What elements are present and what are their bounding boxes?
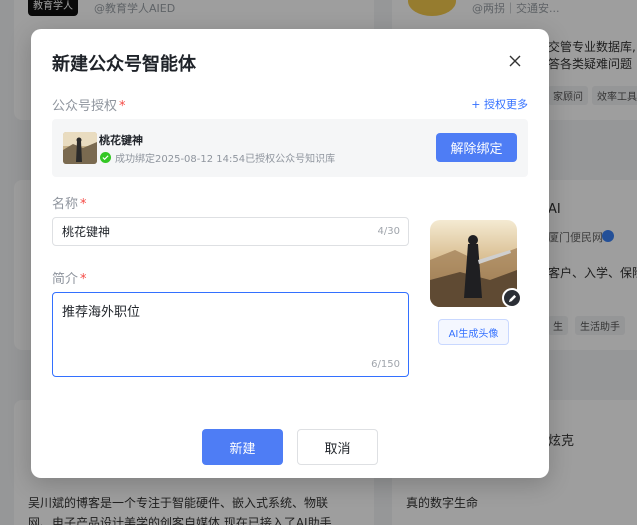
create-button[interactable]: 新建	[202, 429, 283, 465]
required-mark: *	[119, 99, 126, 114]
intro-char-count: 6/150	[371, 359, 400, 370]
dialog-title: 新建公众号智能体	[52, 54, 196, 75]
auth-label: 公众号授权 *	[52, 99, 126, 114]
edit-avatar-button[interactable]	[502, 288, 522, 308]
unbind-button[interactable]: 解除绑定	[436, 133, 517, 162]
authorize-more-link[interactable]: + 授权更多	[471, 96, 528, 112]
create-agent-dialog: 新建公众号智能体 公众号授权 * + 授权更多 桃花键神 成功绑定2025-08-…	[31, 29, 549, 478]
name-label: 名称 *	[52, 197, 87, 212]
ai-generate-avatar-button[interactable]: AI生成头像	[438, 319, 509, 345]
name-value: 桃花键神	[62, 225, 111, 239]
account-card: 桃花键神 成功绑定2025-08-12 14:54已授权公众号知识库 解除绑定	[52, 119, 528, 177]
close-button[interactable]	[505, 51, 525, 71]
required-mark: *	[80, 197, 87, 212]
intro-label: 简介 *	[52, 272, 87, 287]
intro-value: 推荐海外职位	[62, 305, 141, 320]
account-avatar	[63, 132, 97, 164]
account-status: 成功绑定2025-08-12 14:54已授权公众号知识库	[100, 150, 335, 165]
name-char-count: 4/30	[377, 226, 400, 237]
close-icon	[509, 55, 521, 67]
intro-textarea[interactable]: 推荐海外职位 6/150	[52, 292, 409, 377]
pencil-icon	[508, 294, 516, 302]
check-icon	[100, 152, 111, 163]
name-input[interactable]: 桃花键神 4/30	[52, 217, 409, 246]
account-name: 桃花键神	[99, 134, 143, 147]
cancel-button[interactable]: 取消	[297, 429, 378, 465]
required-mark: *	[80, 272, 87, 287]
